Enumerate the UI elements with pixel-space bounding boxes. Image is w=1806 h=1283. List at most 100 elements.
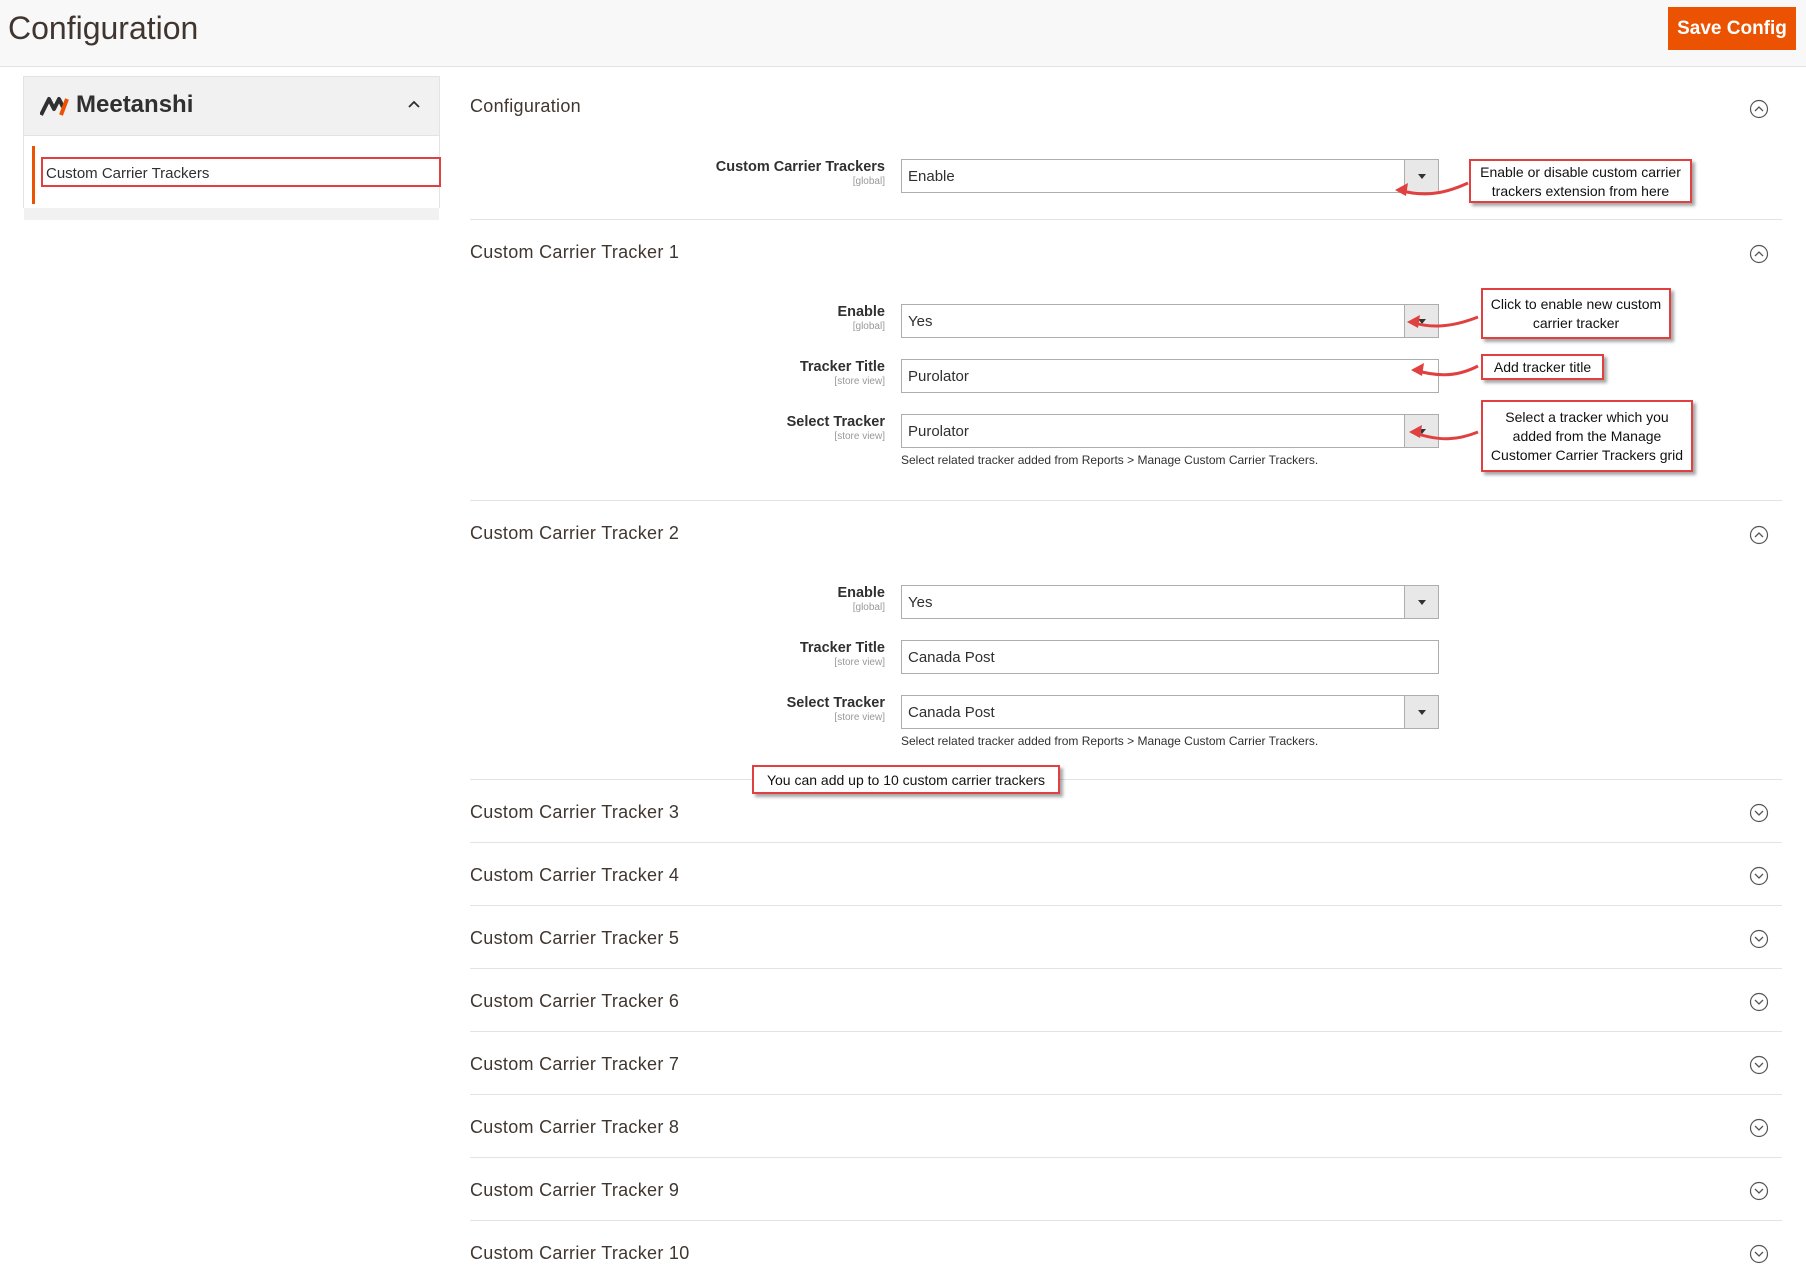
tracker-1-title-input[interactable]: Purolator (901, 359, 1439, 393)
field-label-text: Tracker Title (799, 359, 885, 375)
field-scope: [store view] (834, 657, 885, 668)
callout-line: trackers extension from here (1491, 183, 1670, 199)
circle-chevron-up-icon[interactable] (1749, 244, 1769, 264)
page-header: Configuration Save Config (0, 0, 1806, 67)
field-label-text: Enable (837, 304, 885, 320)
triangle-down-icon[interactable] (1404, 305, 1438, 337)
callout-line: carrier tracker (1532, 315, 1620, 331)
field-scope: [global] (852, 176, 885, 187)
section-title[interactable]: Custom Carrier Tracker 4 (470, 865, 679, 886)
field-scope: [store view] (834, 431, 885, 442)
triangle-down-icon[interactable] (1404, 160, 1438, 192)
section-tracker-8[interactable]: Custom Carrier Tracker 8 (470, 1095, 1782, 1158)
section-tracker-3[interactable]: Custom Carrier Tracker 3 (470, 780, 1782, 843)
sidebar-item-custom-carrier-trackers[interactable]: Custom Carrier Trackers (41, 157, 441, 187)
section-tracker-9[interactable]: Custom Carrier Tracker 9 (470, 1158, 1782, 1221)
field-label: Select Tracker [store view] (787, 414, 885, 442)
circle-chevron-down-icon[interactable] (1749, 1181, 1769, 1201)
select-value: Canada Post (908, 704, 995, 721)
tracker-2-enable-select[interactable]: Yes (901, 585, 1439, 619)
callout-tracker-title: Add tracker title (1481, 354, 1604, 380)
callout-line: Customer Carrier Trackers grid (1490, 447, 1684, 463)
field-label-text: Tracker Title (799, 640, 885, 656)
field-row-enable: Enable [global] Yes (470, 585, 1782, 625)
section-tracker-2: Custom Carrier Tracker 2 Enable [global]… (470, 501, 1782, 780)
field-hint: Select related tracker added from Report… (901, 734, 1319, 748)
tracker-1-enable-select[interactable]: Yes (901, 304, 1439, 338)
field-hint: Select related tracker added from Report… (901, 453, 1319, 467)
section-title[interactable]: Configuration (470, 96, 581, 117)
tracker-2-select-tracker[interactable]: Canada Post (901, 695, 1439, 729)
select-value: Enable (908, 168, 955, 185)
field-label: Enable [global] (837, 304, 885, 332)
callout-line: Add tracker title (1493, 359, 1592, 375)
select-value: Purolator (908, 423, 969, 440)
field-scope: [global] (852, 602, 885, 613)
select-value: Yes (908, 313, 933, 330)
section-title[interactable]: Custom Carrier Tracker 10 (470, 1243, 690, 1264)
sidebar-group-meetanshi[interactable]: Meetanshi (23, 76, 440, 136)
config-sidebar: Meetanshi Custom Carrier Trackers (23, 76, 441, 220)
section-tracker-7[interactable]: Custom Carrier Tracker 7 (470, 1032, 1782, 1095)
field-label-text: Select Tracker (786, 414, 885, 430)
callout-line: Enable or disable custom carrier (1480, 164, 1681, 180)
callout-enable-extension: Enable or disable custom carrier tracker… (1469, 159, 1692, 203)
section-title[interactable]: Custom Carrier Tracker 5 (470, 928, 679, 949)
field-scope: [store view] (834, 376, 885, 387)
section-tracker-4[interactable]: Custom Carrier Tracker 4 (470, 843, 1782, 906)
field-row-tracker-title: Tracker Title [store view] Canada Post (470, 640, 1782, 680)
custom-carrier-trackers-select[interactable]: Enable (901, 159, 1439, 193)
triangle-down-icon[interactable] (1404, 586, 1438, 618)
section-title[interactable]: Custom Carrier Tracker 6 (470, 991, 679, 1012)
callout-up-to-10: You can add up to 10 custom carrier trac… (752, 765, 1060, 794)
tracker-2-title-input[interactable]: Canada Post (901, 640, 1439, 674)
field-row-select-tracker: Select Tracker [store view] Canada Post … (470, 695, 1782, 748)
field-label-text: Enable (837, 585, 885, 601)
callout-line: Click to enable new custom (1490, 296, 1662, 312)
config-main: Configuration Custom Carrier Trackers [g… (470, 66, 1782, 1283)
circle-chevron-down-icon[interactable] (1749, 929, 1769, 949)
triangle-down-icon[interactable] (1404, 415, 1438, 447)
callout-line: You can add up to 10 custom carrier trac… (766, 772, 1046, 788)
section-title[interactable]: Custom Carrier Tracker 9 (470, 1180, 679, 1201)
section-title[interactable]: Custom Carrier Tracker 7 (470, 1054, 679, 1075)
callout-enable-tracker: Click to enable new custom carrier track… (1481, 288, 1671, 339)
meetanshi-logo-icon (40, 97, 69, 116)
callout-line: added from the Manage (1512, 428, 1662, 444)
chevron-up-icon[interactable] (406, 97, 422, 111)
circle-chevron-down-icon[interactable] (1749, 1244, 1769, 1264)
input-value: Canada Post (908, 649, 995, 666)
tracker-1-select-tracker[interactable]: Purolator (901, 414, 1439, 448)
field-label: Tracker Title [store view] (800, 640, 885, 668)
circle-chevron-down-icon[interactable] (1749, 866, 1769, 886)
field-label-text: Select Tracker (786, 695, 885, 711)
section-title[interactable]: Custom Carrier Tracker 2 (470, 523, 679, 544)
section-title[interactable]: Custom Carrier Tracker 8 (470, 1117, 679, 1138)
circle-chevron-up-icon[interactable] (1749, 99, 1769, 119)
save-config-button[interactable]: Save Config (1668, 7, 1796, 50)
circle-chevron-up-icon[interactable] (1749, 525, 1769, 545)
callout-line: Select a tracker which you (1505, 409, 1669, 425)
circle-chevron-down-icon[interactable] (1749, 992, 1769, 1012)
field-label: Custom Carrier Trackers [global] (716, 159, 885, 187)
triangle-down-icon[interactable] (1404, 696, 1438, 728)
field-label-text: Custom Carrier Trackers (715, 159, 885, 175)
section-title[interactable]: Custom Carrier Tracker 1 (470, 242, 679, 263)
circle-chevron-down-icon[interactable] (1749, 1055, 1769, 1075)
section-tracker-6[interactable]: Custom Carrier Tracker 6 (470, 969, 1782, 1032)
select-value: Yes (908, 594, 933, 611)
field-scope: [store view] (834, 712, 885, 723)
circle-chevron-down-icon[interactable] (1749, 1118, 1769, 1138)
field-label: Select Tracker [store view] (787, 695, 885, 723)
brand-name: Meetanshi (76, 91, 194, 118)
active-item-indicator (32, 146, 35, 204)
field-label: Tracker Title [store view] (800, 359, 885, 387)
field-scope: [global] (852, 321, 885, 332)
callout-select-tracker: Select a tracker which you added from th… (1481, 400, 1693, 472)
field-label: Enable [global] (837, 585, 885, 613)
input-value: Purolator (908, 368, 969, 385)
circle-chevron-down-icon[interactable] (1749, 803, 1769, 823)
section-title[interactable]: Custom Carrier Tracker 3 (470, 802, 679, 823)
page-title: Configuration (8, 10, 199, 46)
section-tracker-5[interactable]: Custom Carrier Tracker 5 (470, 906, 1782, 969)
